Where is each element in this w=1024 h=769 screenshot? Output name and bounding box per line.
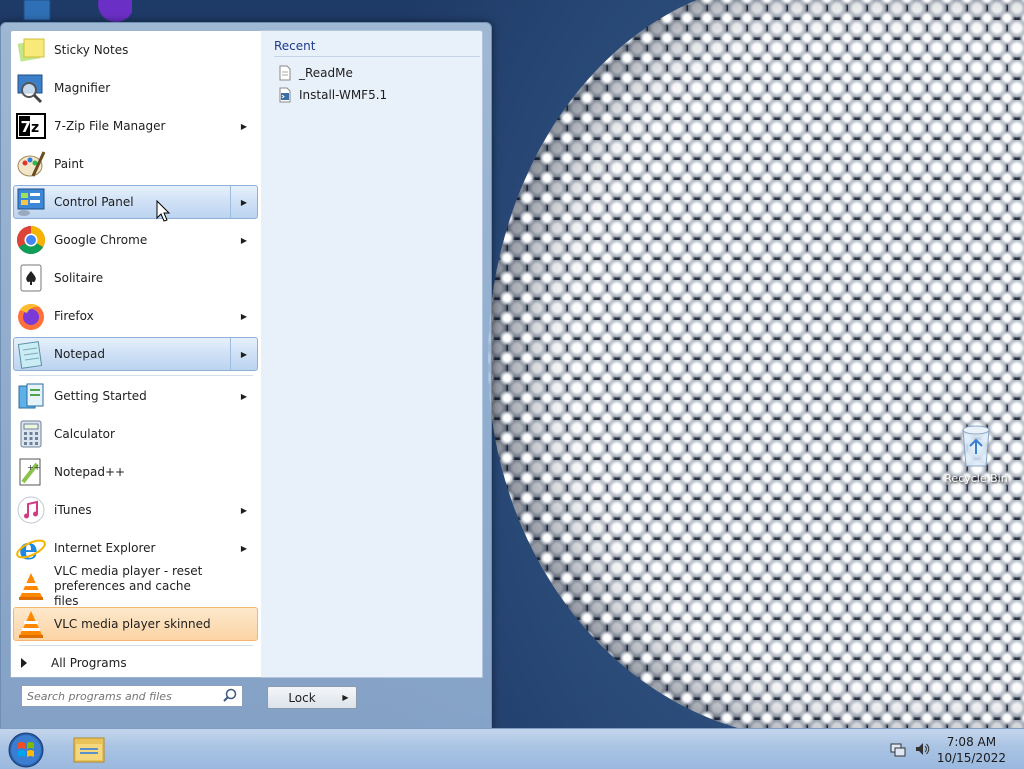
- notepad-icon: [17, 341, 43, 369]
- program-paint[interactable]: Paint: [13, 147, 258, 181]
- program-label: Internet Explorer: [54, 540, 156, 555]
- recent-item-label: Install-WMF5.1: [299, 88, 388, 102]
- program-magnifier[interactable]: Magnifier: [13, 71, 258, 105]
- recycle-bin-icon: [962, 425, 990, 467]
- notepadpp-icon: ++: [19, 458, 41, 486]
- jump-list-pane: Recent _ReadMe Install-WMF5.1: [261, 30, 483, 678]
- recent-item-readme[interactable]: _ReadMe: [277, 63, 353, 83]
- solitaire-icon: [20, 264, 42, 292]
- getting-started-icon: [18, 383, 44, 409]
- program-firefox[interactable]: Firefox ▶: [13, 299, 258, 333]
- svg-text:7: 7: [21, 118, 31, 136]
- desktop-wallpaper: [488, 0, 1024, 728]
- search-icon[interactable]: [222, 688, 238, 704]
- search-box[interactable]: [21, 685, 243, 707]
- system-clock[interactable]: 7:08 AM 10/15/2022: [937, 734, 1006, 766]
- vlc-icon: [19, 573, 43, 600]
- svg-text:z: z: [31, 120, 39, 136]
- ie-icon: e: [16, 532, 46, 564]
- submenu-arrow-icon[interactable]: ▶: [231, 532, 257, 564]
- program-itunes[interactable]: iTunes ▶: [13, 493, 258, 527]
- program-getting-started[interactable]: Getting Started ▶: [13, 379, 258, 413]
- submenu-arrow-icon[interactable]: ▶: [231, 110, 257, 142]
- power-options-arrow[interactable]: ▶: [335, 686, 357, 709]
- itunes-icon: [17, 496, 45, 524]
- recycle-bin-label: Recycle Bin: [944, 472, 1008, 485]
- program-label: Paint: [54, 156, 84, 171]
- submenu-arrow-icon[interactable]: ▶: [231, 380, 257, 412]
- program-solitaire[interactable]: Solitaire: [13, 261, 258, 295]
- program-label: VLC media player - reset preferences and…: [54, 563, 203, 608]
- magnifier-icon: [17, 74, 43, 104]
- control-panel-icon: [17, 188, 45, 216]
- recycle-bin[interactable]: Recycle Bin: [944, 424, 1008, 485]
- file-explorer-icon[interactable]: [70, 732, 108, 766]
- program-label: Google Chrome: [54, 232, 148, 247]
- program-label: Solitaire: [54, 270, 104, 285]
- start-button[interactable]: [6, 730, 46, 768]
- all-programs-label: All Programs: [51, 656, 127, 670]
- program-label: Sticky Notes: [54, 42, 129, 57]
- submenu-arrow-icon[interactable]: ▶: [231, 224, 257, 256]
- submenu-arrow-icon[interactable]: ▶: [230, 186, 257, 218]
- search-input[interactable]: [22, 687, 222, 705]
- recent-header: Recent: [274, 39, 480, 57]
- submenu-arrow-icon[interactable]: ▶: [231, 300, 257, 332]
- program-notepadpp[interactable]: ++ Notepad++: [13, 455, 258, 489]
- volume-icon[interactable]: [914, 741, 930, 757]
- clock-time: 7:08 AM: [946, 735, 997, 749]
- 7zip-icon: 7 z: [16, 113, 46, 139]
- program-label: Calculator: [54, 426, 115, 441]
- expand-arrow-icon: [21, 658, 27, 668]
- program-7zip[interactable]: 7 z 7-Zip File Manager ▶: [13, 109, 258, 143]
- submenu-arrow-icon[interactable]: ▶: [231, 494, 257, 526]
- sticky-notes-icon: [17, 38, 45, 62]
- program-label: Firefox: [54, 308, 94, 323]
- program-label: Getting Started: [54, 388, 147, 403]
- paint-icon: [17, 151, 46, 177]
- recent-item-install-wmf[interactable]: Install-WMF5.1: [277, 85, 387, 105]
- chrome-icon: [17, 226, 45, 254]
- clock-date: 10/15/2022: [936, 751, 1006, 765]
- chevron-right-icon: ▶: [342, 693, 349, 702]
- separator: [19, 645, 253, 646]
- vlc-icon: [19, 611, 43, 638]
- program-label: Notepad: [54, 346, 105, 361]
- program-control-panel[interactable]: Control Panel ▶: [13, 185, 258, 219]
- svg-text:++: ++: [27, 463, 40, 472]
- submenu-arrow-icon[interactable]: ▶: [230, 338, 257, 370]
- program-calculator[interactable]: Calculator: [13, 417, 258, 451]
- powershell-script-icon: [279, 87, 291, 103]
- program-sticky-notes[interactable]: Sticky Notes: [13, 33, 258, 67]
- program-label: Notepad++: [54, 464, 126, 479]
- lock-label: Lock: [288, 690, 316, 705]
- program-label: VLC media player skinned: [54, 616, 211, 631]
- program-label: 7-Zip File Manager: [54, 118, 166, 133]
- recent-item-label: _ReadMe: [299, 66, 353, 80]
- calculator-icon: [20, 420, 42, 448]
- all-programs-button[interactable]: All Programs: [13, 651, 258, 675]
- program-vlc-reset[interactable]: VLC media player - reset preferences and…: [13, 564, 258, 608]
- program-label: Magnifier: [54, 80, 111, 95]
- program-notepad[interactable]: Notepad ▶: [13, 337, 258, 371]
- lock-button[interactable]: Lock: [267, 686, 337, 709]
- firefox-icon: [18, 304, 44, 330]
- mouse-cursor-icon: [156, 200, 171, 222]
- taskbar: 7:08 AM 10/15/2022: [0, 728, 1024, 769]
- separator: [19, 375, 253, 376]
- program-label: Control Panel: [54, 194, 134, 209]
- program-label: iTunes: [54, 502, 92, 517]
- text-file-icon: [279, 65, 291, 81]
- program-internet-explorer[interactable]: e Internet Explorer ▶: [13, 531, 258, 565]
- start-menu: Sticky Notes Magnifier 7 z 7-Zip File Ma…: [0, 22, 492, 730]
- program-list: Sticky Notes Magnifier 7 z 7-Zip File Ma…: [10, 30, 262, 678]
- network-icon[interactable]: [890, 741, 906, 757]
- program-google-chrome[interactable]: Google Chrome ▶: [13, 223, 258, 257]
- program-vlc-skinned[interactable]: VLC media player skinned: [13, 607, 258, 641]
